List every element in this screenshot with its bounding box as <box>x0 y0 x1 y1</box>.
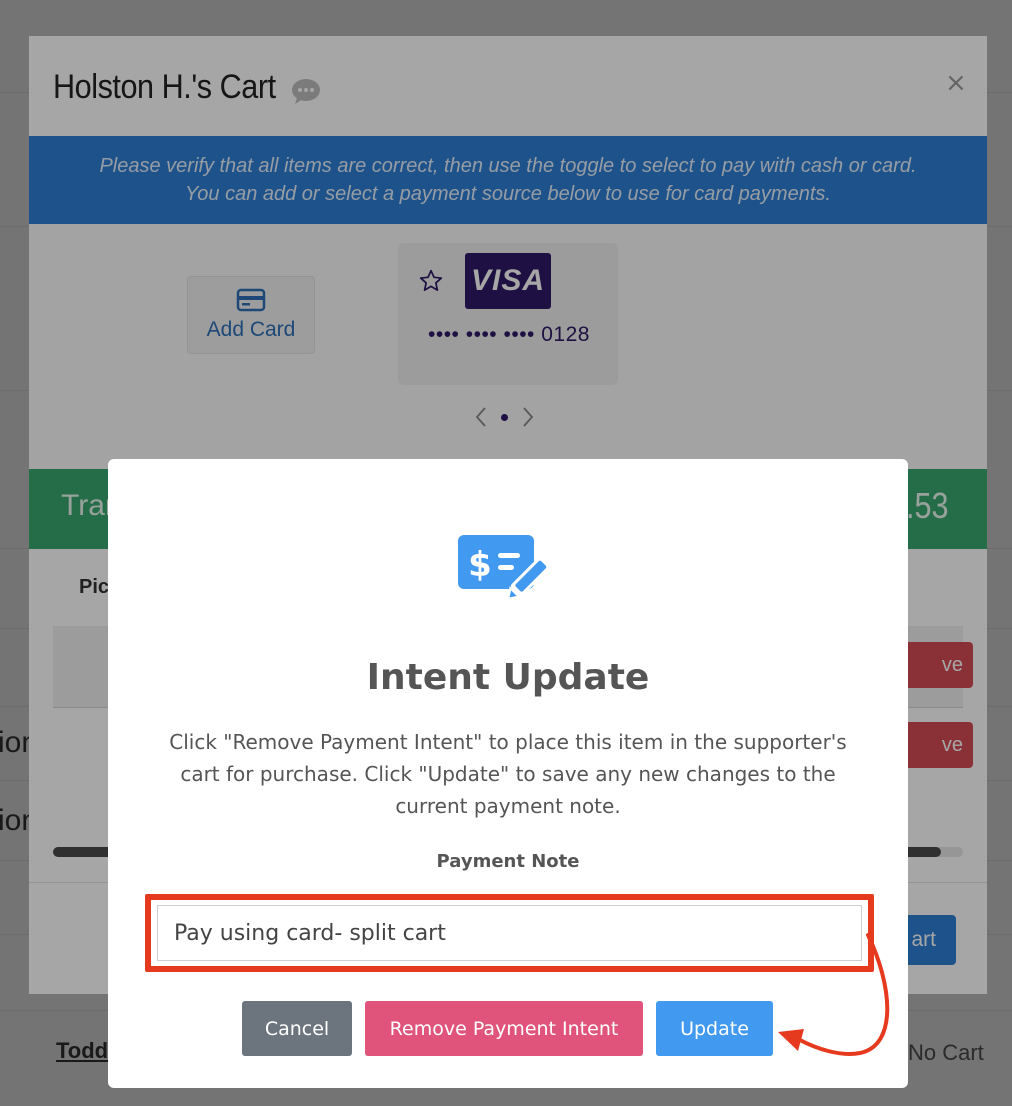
update-button[interactable]: Update <box>656 1001 773 1056</box>
svg-text:$: $ <box>468 545 492 585</box>
dialog-description: Click "Remove Payment Intent" to place t… <box>169 730 847 818</box>
remove-payment-intent-button[interactable]: Remove Payment Intent <box>365 1001 643 1056</box>
cancel-button[interactable]: Cancel <box>242 1001 352 1056</box>
annotation-arrow <box>778 933 890 1056</box>
dialog-title: Intent Update <box>366 657 650 698</box>
dollar-pen-icon: $ <box>458 535 553 601</box>
payment-note-label: Payment Note <box>436 851 580 872</box>
payment-note-input[interactable] <box>157 905 862 961</box>
